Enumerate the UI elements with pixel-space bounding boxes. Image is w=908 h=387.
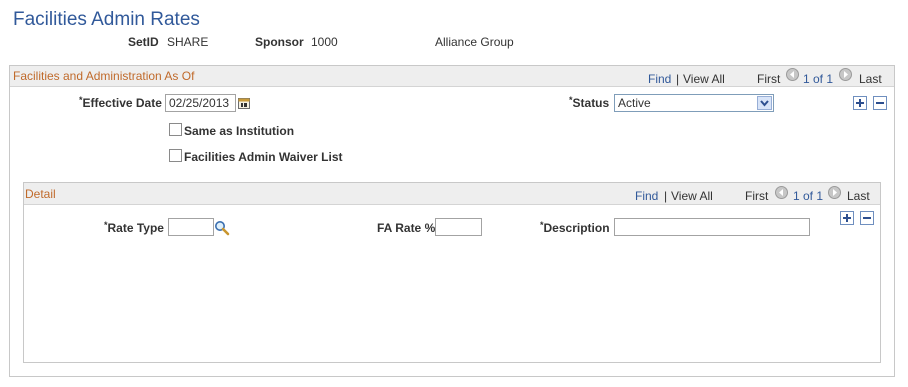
detail-group-box <box>23 182 881 363</box>
description-field[interactable] <box>614 218 810 236</box>
chevron-down-icon[interactable] <box>757 96 772 110</box>
rate-type-label: *Rate Type <box>104 220 164 235</box>
fa-row-count: 1 of 1 <box>803 72 834 86</box>
description-label-text: Description <box>543 221 610 235</box>
previous-icon[interactable] <box>775 186 788 199</box>
detail-last-label: Last <box>847 189 870 203</box>
calendar-icon[interactable] <box>238 97 250 109</box>
same-as-institution-checkbox[interactable] <box>169 123 182 136</box>
setid-label: SetID <box>128 35 159 49</box>
sponsor-label: Sponsor <box>255 35 304 49</box>
fa-view-all-link[interactable]: View All <box>683 72 725 86</box>
detail-group-title: Detail <box>25 187 56 201</box>
required-marker: * <box>569 95 573 105</box>
status-label: *Status <box>569 95 610 110</box>
rate-type-field[interactable] <box>168 218 214 236</box>
sponsor-value: 1000 <box>311 35 338 49</box>
required-marker: * <box>79 95 83 105</box>
setid-value: SHARE <box>167 35 209 49</box>
detail-row-count: 1 of 1 <box>793 189 824 203</box>
previous-icon[interactable] <box>786 68 799 81</box>
rate-type-label-text: Rate Type <box>107 221 164 235</box>
detail-view-all-link[interactable]: View All <box>671 189 713 203</box>
add-row-icon[interactable] <box>853 96 867 110</box>
sponsor-name: Alliance Group <box>435 35 514 49</box>
effective-date-label-text: Effective Date <box>82 96 162 110</box>
detail-find-link[interactable]: Find <box>635 189 658 203</box>
fa-last-label: Last <box>859 72 882 86</box>
waiver-list-checkbox[interactable] <box>169 149 182 162</box>
add-row-icon[interactable] <box>840 211 854 225</box>
status-value: Active <box>618 96 651 110</box>
fa-find-link[interactable]: Find <box>648 72 671 86</box>
next-icon[interactable] <box>828 186 841 199</box>
required-marker: * <box>104 220 108 230</box>
status-label-text: Status <box>572 96 610 110</box>
waiver-list-label: Facilities Admin Waiver List <box>184 150 343 164</box>
fa-rate-field[interactable] <box>435 218 482 236</box>
effective-date-field[interactable] <box>165 94 236 112</box>
delete-row-icon[interactable] <box>873 96 887 110</box>
fa-group-title: Facilities and Administration As Of <box>13 69 195 83</box>
fa-rate-label: FA Rate % <box>377 221 436 235</box>
delete-row-icon[interactable] <box>860 211 874 225</box>
lookup-icon[interactable] <box>214 220 230 236</box>
detail-separator: | <box>664 189 668 203</box>
detail-first-label: First <box>745 189 769 203</box>
page-title: Facilities Admin Rates <box>13 9 200 30</box>
same-as-institution-label: Same as Institution <box>184 124 295 138</box>
required-marker: * <box>540 220 544 230</box>
status-dropdown[interactable]: Active <box>614 94 774 112</box>
fa-separator: | <box>676 72 680 86</box>
effective-date-label: *Effective Date <box>79 95 162 110</box>
next-icon[interactable] <box>839 68 852 81</box>
fa-first-label: First <box>757 72 781 86</box>
description-label: *Description <box>540 220 610 235</box>
